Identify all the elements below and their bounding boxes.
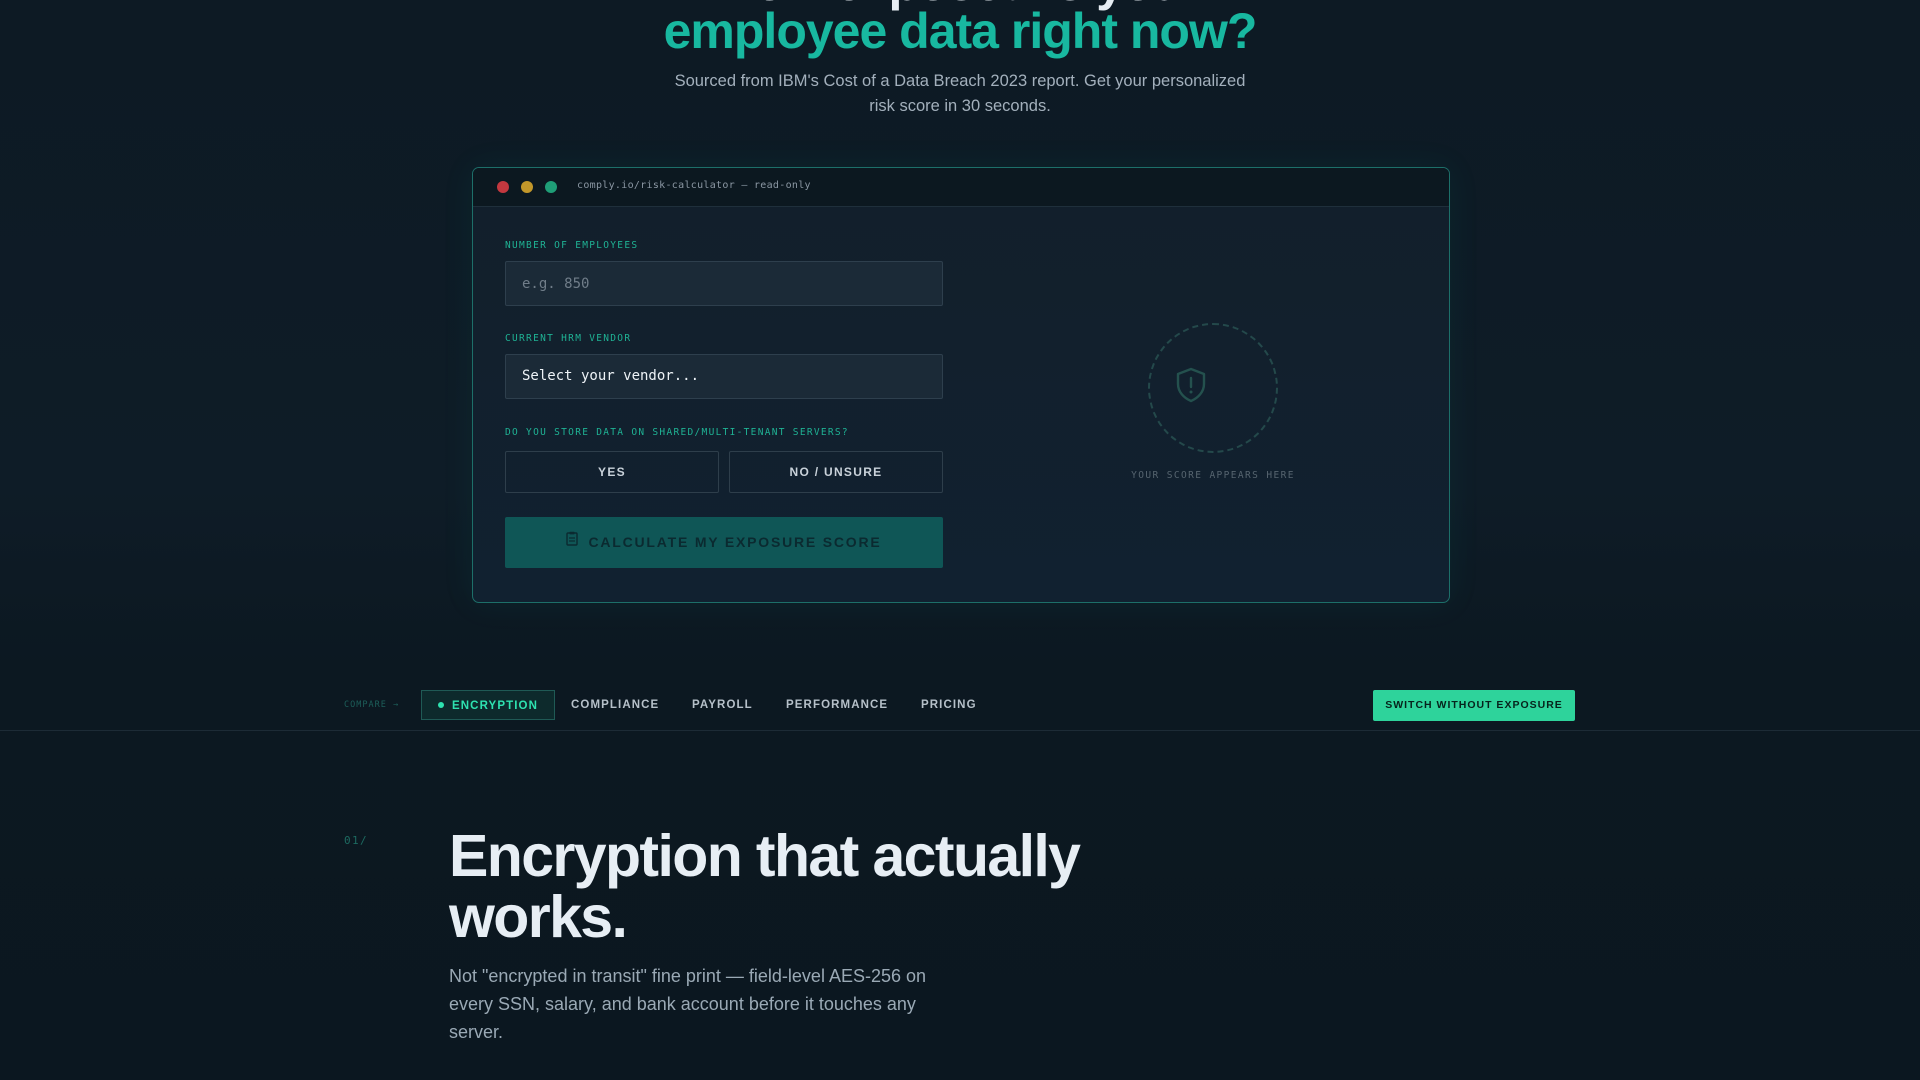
tab-encryption[interactable]: ENCRYPTION — [421, 690, 555, 720]
tab-performance[interactable]: PERFORMANCE — [786, 690, 888, 720]
risk-calculator-window: comply.io/risk-calculator — read-only NU… — [472, 167, 1450, 603]
section-title: Encryption that actually works. — [449, 823, 1081, 950]
clipboard-icon — [566, 516, 579, 567]
vendor-select[interactable]: Select your vendor... — [505, 354, 943, 399]
score-caption: YOUR SCORE APPEARS HERE — [1131, 470, 1295, 481]
vendor-label: CURRENT HRM VENDOR — [505, 333, 632, 344]
compare-nav: COMPARE → ENCRYPTION COMPLIANCE PAYROLL … — [0, 684, 1920, 731]
switch-without-exposure-button[interactable]: SWITCH WITHOUT EXPOSURE — [1373, 690, 1575, 721]
shared-servers-yes-button[interactable]: YES — [505, 451, 719, 493]
calculate-score-label: CALCULATE MY EXPOSURE SCORE — [588, 534, 882, 550]
score-ring — [1148, 323, 1278, 453]
window-minimize-dot[interactable] — [521, 181, 533, 193]
shield-alert-icon — [1174, 367, 1208, 408]
compare-label: COMPARE → — [344, 700, 400, 710]
section-number: 01/ — [344, 834, 369, 847]
shared-servers-label: DO YOU STORE DATA ON SHARED/MULTI-TENANT… — [505, 427, 849, 438]
employees-label: NUMBER OF EMPLOYEES — [505, 240, 639, 251]
hero-heading-accent: employee data right now? — [663, 3, 1258, 59]
calculate-score-button[interactable]: CALCULATE MY EXPOSURE SCORE — [505, 517, 943, 568]
window-url: comply.io/risk-calculator — read-only — [577, 180, 811, 191]
tab-pricing[interactable]: PRICING — [921, 690, 977, 720]
section-body: Not "encrypted in transit" fine print — … — [449, 966, 927, 1042]
active-indicator-dot — [438, 702, 444, 708]
window-close-dot[interactable] — [497, 181, 509, 193]
employees-input[interactable] — [505, 261, 943, 306]
window-maximize-dot[interactable] — [545, 181, 557, 193]
window-titlebar: comply.io/risk-calculator — read-only — [473, 168, 1449, 207]
tab-encryption-label: ENCRYPTION — [452, 700, 538, 712]
shared-servers-no-button[interactable]: NO / UNSURE — [729, 451, 943, 493]
hero-subtitle: Sourced from IBM's Cost of a Data Breach… — [674, 72, 1246, 115]
tab-payroll[interactable]: PAYROLL — [692, 690, 753, 720]
tab-compliance[interactable]: COMPLIANCE — [571, 690, 659, 720]
